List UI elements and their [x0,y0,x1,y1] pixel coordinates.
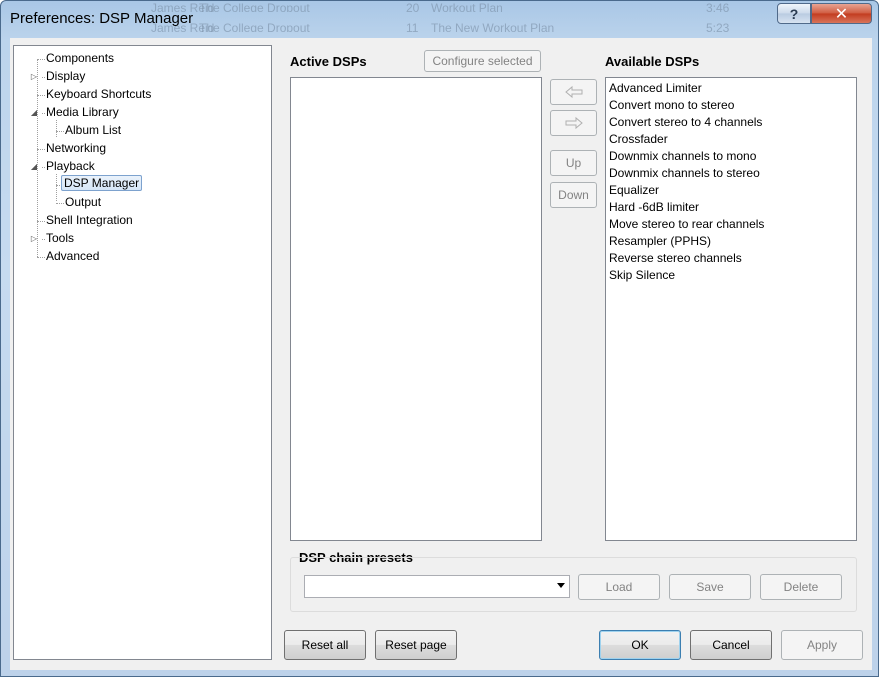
tree-item-advanced[interactable]: Advanced [44,248,101,265]
tree-item-shell-integration[interactable]: Shell Integration [44,212,135,229]
help-icon: ? [789,5,799,22]
delete-preset-button[interactable]: Delete [760,574,842,600]
save-preset-button[interactable]: Save [669,574,751,600]
title-bar[interactable]: James Reid The College Dropout 20 Workou… [1,1,878,35]
tree-item-label: Keyboard Shortcuts [46,87,152,101]
list-item[interactable]: Downmix channels to mono [606,148,856,165]
preferences-window: James Reid The College Dropout 20 Workou… [0,0,879,677]
background-row-title: Workout Plan [431,1,503,12]
configure-selected-button[interactable]: Configure selected [424,50,541,72]
tree-item-label: Playback [46,159,95,173]
tree-item-label: Output [65,195,102,209]
remove-dsp-button[interactable] [550,110,597,136]
tree-item-tools[interactable]: Tools [44,230,76,247]
tree-item-label: Album List [65,123,122,137]
reset-page-button[interactable]: Reset page [375,630,457,660]
list-item[interactable]: Crossfader [606,131,856,148]
background-row-track: 11 [406,21,419,32]
list-item[interactable]: Equalizer [606,182,856,199]
tree-item-components[interactable]: Components [44,50,116,67]
tree-item-label: Networking [46,141,107,155]
move-down-button[interactable]: Down [550,182,597,208]
tree-item-label: Shell Integration [46,213,133,227]
active-dsps-heading: Active DSPs [290,54,367,69]
tree-item-label: Display [46,69,86,83]
available-dsps-heading: Available DSPs [605,54,700,69]
background-row-title: The New Workout Plan [431,21,555,32]
close-icon: ✕ [834,5,849,23]
preset-select[interactable] [304,575,570,598]
tree-item-media-library[interactable]: Media Library [44,104,121,121]
arrow-right-icon [565,116,583,130]
expand-arrow-icon[interactable]: ▷ [30,234,38,243]
background-row-track: 20 [406,1,420,12]
cancel-button[interactable]: Cancel [690,630,772,660]
close-button[interactable]: ✕ [811,3,872,24]
tree-item-dsp-manager[interactable]: DSP Manager [61,175,143,192]
help-button[interactable]: ? [777,3,811,24]
background-row-album: The College Dropout [199,21,310,32]
preferences-tree[interactable]: ▷ ◢ ◢ ▷ Components Display Keyboard Shor… [13,45,272,660]
list-item[interactable]: Reverse stereo channels [606,250,856,267]
tree-item-keyboard-shortcuts[interactable]: Keyboard Shortcuts [44,86,153,103]
tree-item-display[interactable]: Display [44,68,87,85]
background-row-album: The College Dropout [199,1,310,12]
list-item[interactable]: Skip Silence [606,267,856,284]
load-preset-button[interactable]: Load [578,574,660,600]
list-item[interactable]: Move stereo to rear channels [606,216,856,233]
apply-button[interactable]: Apply [781,630,863,660]
tree-item-label: Tools [46,231,75,245]
available-dsps-list[interactable]: Advanced Limiter Convert mono to stereo … [605,77,857,541]
expand-arrow-icon[interactable]: ▷ [30,72,38,81]
list-item[interactable]: Convert mono to stereo [606,97,856,114]
list-item[interactable]: Downmix channels to stereo [606,165,856,182]
tree-item-label-selected: DSP Manager [61,175,143,191]
background-row-length: 5:23 [706,21,730,32]
collapse-arrow-icon[interactable]: ◢ [30,108,38,117]
tree-item-label: Advanced [46,249,100,263]
add-dsp-button[interactable] [550,79,597,105]
background-row-length: 3:46 [706,1,730,12]
list-item[interactable]: Resampler (PPHS) [606,233,856,250]
tree-connector [37,59,38,257]
arrow-left-icon [564,85,582,99]
chevron-down-icon[interactable] [557,583,565,588]
list-item[interactable]: Convert stereo to 4 channels [606,114,856,131]
list-item[interactable]: Advanced Limiter [606,80,856,97]
tree-item-album-list[interactable]: Album List [63,122,123,139]
ok-button[interactable]: OK [599,630,681,660]
dialog-client-area: ▷ ◢ ◢ ▷ Components Display Keyboard Shor… [10,38,872,670]
collapse-arrow-icon[interactable]: ◢ [30,162,38,171]
reset-all-button[interactable]: Reset all [284,630,366,660]
tree-item-output[interactable]: Output [63,194,103,211]
list-item[interactable]: Hard -6dB limiter [606,199,856,216]
tree-connector [56,174,57,201]
tree-item-networking[interactable]: Networking [44,140,108,157]
tree-item-playback[interactable]: Playback [44,158,97,175]
tree-connector [56,120,57,137]
window-title: Preferences: DSP Manager [10,10,194,27]
tree-item-label: Media Library [46,105,119,119]
move-up-button[interactable]: Up [550,150,597,176]
tree-item-label: Components [46,51,115,65]
active-dsps-list[interactable] [290,77,542,541]
